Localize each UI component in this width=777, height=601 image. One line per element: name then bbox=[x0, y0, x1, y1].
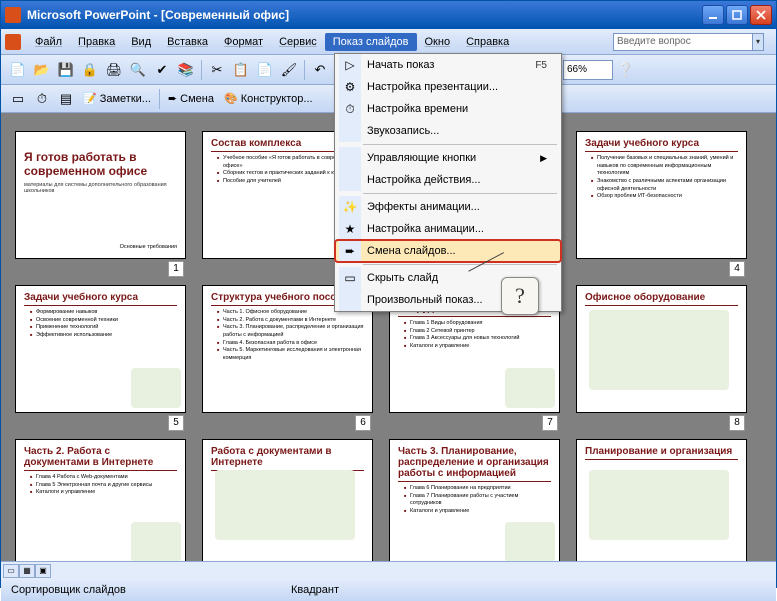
menu-format[interactable]: Формат bbox=[216, 33, 271, 51]
spell-icon[interactable]: ✔ bbox=[151, 59, 173, 81]
slide-thumb[interactable]: Задачи учебного курса Получение базовых … bbox=[576, 131, 747, 259]
summary-icon[interactable]: ▤ bbox=[55, 88, 77, 110]
clipart-icon bbox=[505, 368, 555, 408]
preview-icon[interactable]: 🔍 bbox=[127, 59, 149, 81]
menu-record-narration[interactable]: Звукозапись... bbox=[335, 120, 561, 142]
anim-effects-icon: ✨ bbox=[339, 196, 361, 218]
permission-icon[interactable]: 🔒 bbox=[79, 59, 101, 81]
slide-number: 8 bbox=[729, 415, 745, 431]
slide-thumb[interactable]: Работа с документами в Интернете bbox=[202, 439, 373, 561]
slideshow-view-icon[interactable]: ▣ bbox=[35, 564, 51, 578]
menu-rehearse-timing[interactable]: ⏱Настройка времени bbox=[335, 98, 561, 120]
slide-thumb[interactable]: Планирование и организация bbox=[576, 439, 747, 561]
clock-icon: ⏱ bbox=[339, 98, 361, 120]
slide-thumb[interactable]: Офисное оборудование bbox=[576, 285, 747, 413]
print-icon[interactable]: 🖨 bbox=[103, 59, 125, 81]
view-switcher: ▭ ▦ ▣ bbox=[1, 561, 776, 579]
clipart-icon bbox=[589, 310, 729, 390]
transition-button[interactable]: ➨Смена bbox=[164, 90, 218, 107]
open-icon[interactable]: 📂 bbox=[31, 59, 53, 81]
slide-thumb[interactable]: Часть 3. Планирование, распределение и о… bbox=[389, 439, 560, 561]
rehearse-icon[interactable]: ⏱ bbox=[31, 88, 53, 110]
minimize-button[interactable] bbox=[702, 5, 724, 25]
save-icon[interactable]: 💾 bbox=[55, 59, 77, 81]
copy-icon[interactable]: 📋 bbox=[230, 59, 252, 81]
menu-slideshow[interactable]: Показ слайдов bbox=[325, 33, 417, 51]
slide-thumb[interactable]: Часть 2. Работа с документами в Интернет… bbox=[15, 439, 186, 561]
slide-number: 7 bbox=[542, 415, 558, 431]
statusbar: Сортировщик слайдов Квадрант bbox=[1, 579, 776, 601]
clipart-icon bbox=[505, 522, 555, 561]
design-button[interactable]: 🎨Конструктор... bbox=[220, 90, 317, 107]
menu-slide-transition[interactable]: ➨Смена слайдов... bbox=[335, 240, 561, 262]
clipart-icon bbox=[589, 470, 729, 540]
slide-number: 5 bbox=[168, 415, 184, 431]
cut-icon[interactable]: ✂ bbox=[206, 59, 228, 81]
help-search-dropdown[interactable]: ▾ bbox=[753, 33, 764, 51]
slide-number: 1 bbox=[168, 261, 184, 277]
menu-tools[interactable]: Сервис bbox=[271, 33, 325, 51]
menu-insert[interactable]: Вставка bbox=[159, 33, 216, 51]
close-button[interactable] bbox=[750, 5, 772, 25]
paste-icon[interactable]: 📄 bbox=[254, 59, 276, 81]
custom-show-icon bbox=[339, 289, 361, 311]
menu-view[interactable]: Вид bbox=[123, 33, 159, 51]
menu-edit[interactable]: Правка bbox=[70, 33, 123, 51]
status-sorter: Сортировщик слайдов bbox=[1, 582, 281, 598]
action-settings-icon bbox=[339, 169, 361, 191]
menu-custom-animation[interactable]: ★Настройка анимации... bbox=[335, 218, 561, 240]
menu-file[interactable]: Файл bbox=[27, 33, 70, 51]
new-icon[interactable]: 📄 bbox=[7, 59, 29, 81]
slide-thumb[interactable]: Задачи учебного курса Формирование навык… bbox=[15, 285, 186, 413]
notes-button[interactable]: 📝Заметки... bbox=[79, 90, 155, 107]
format-painter-icon[interactable]: 🖌 bbox=[278, 59, 300, 81]
slideshow-menu-dropdown: ▷Начать показF5 ⚙Настройка презентации..… bbox=[334, 53, 562, 312]
menu-action-settings[interactable]: Настройка действия... bbox=[335, 169, 561, 191]
doc-icon[interactable] bbox=[5, 34, 21, 50]
help-callout: ? bbox=[501, 277, 539, 315]
window-title: Microsoft PowerPoint - [Современный офис… bbox=[27, 8, 700, 22]
help-icon[interactable]: ❔ bbox=[615, 59, 637, 81]
anim-setup-icon: ★ bbox=[339, 218, 361, 240]
clipart-icon bbox=[215, 470, 355, 540]
menu-animation-schemes[interactable]: ✨Эффекты анимации... bbox=[335, 196, 561, 218]
slide-thumb[interactable]: Я готов работать в современном офисе мат… bbox=[15, 131, 186, 259]
app-icon bbox=[5, 7, 21, 23]
clipart-icon bbox=[131, 522, 181, 561]
titlebar: Microsoft PowerPoint - [Современный офис… bbox=[1, 1, 776, 29]
normal-view-icon[interactable]: ▭ bbox=[3, 564, 19, 578]
menu-start-show[interactable]: ▷Начать показF5 bbox=[335, 54, 561, 76]
mic-icon bbox=[339, 120, 361, 142]
transition-icon: ➨ bbox=[339, 240, 361, 262]
help-search-input[interactable]: Введите вопрос bbox=[613, 33, 753, 51]
maximize-button[interactable] bbox=[726, 5, 748, 25]
undo-icon[interactable]: ↶ bbox=[309, 59, 331, 81]
menu-action-buttons[interactable]: Управляющие кнопки▶ bbox=[335, 147, 561, 169]
menu-window[interactable]: Окно bbox=[417, 33, 459, 51]
slide-number: 4 bbox=[729, 261, 745, 277]
menu-setup-show[interactable]: ⚙Настройка презентации... bbox=[335, 76, 561, 98]
menu-help[interactable]: Справка bbox=[458, 33, 517, 51]
submenu-arrow-icon: ▶ bbox=[540, 153, 547, 164]
setup-icon: ⚙ bbox=[339, 76, 361, 98]
hide-slide-icon: ▭ bbox=[339, 267, 361, 289]
action-buttons-icon bbox=[339, 147, 361, 169]
zoom-combo[interactable]: 66% bbox=[563, 60, 613, 80]
play-icon: ▷ bbox=[339, 54, 361, 76]
clipart-icon bbox=[131, 368, 181, 408]
research-icon[interactable]: 📚 bbox=[175, 59, 197, 81]
menubar: Файл Правка Вид Вставка Формат Сервис По… bbox=[1, 29, 776, 55]
sorter-view-icon[interactable]: ▦ bbox=[19, 564, 35, 578]
hide-slide-icon[interactable]: ▭ bbox=[7, 88, 29, 110]
status-layout: Квадрант bbox=[281, 582, 349, 598]
slide-number: 6 bbox=[355, 415, 371, 431]
